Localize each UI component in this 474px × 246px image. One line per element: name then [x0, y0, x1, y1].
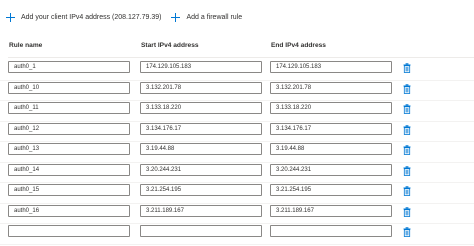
row-divider: [0, 243, 474, 245]
trash-icon: [403, 124, 411, 135]
end-ip-input[interactable]: [270, 225, 392, 237]
column-header-rule-name: Rule name: [9, 42, 43, 49]
rule-row: [0, 224, 474, 245]
add-firewall-rule-button[interactable]: Add a firewall rule: [171, 12, 243, 22]
column-header-end-ip: End IPv4 address: [271, 42, 326, 49]
rule-name-input[interactable]: auth0_14: [8, 163, 130, 176]
delete-rule-button[interactable]: [403, 124, 411, 135]
delete-rule-button[interactable]: [403, 83, 411, 94]
rule-row: auth0_16 3.211.189.167 3.211.189.167: [0, 204, 474, 224]
end-ip-input[interactable]: 3.133.18.220: [270, 102, 392, 114]
plus-icon: [171, 12, 181, 22]
delete-rule-button[interactable]: [403, 165, 411, 176]
firewall-rules-page: Add your client IPv4 address (208.127.79…: [0, 0, 474, 246]
start-ip-input[interactable]: 3.20.244.231: [140, 163, 262, 176]
start-ip-input[interactable]: [140, 225, 262, 237]
rule-name-input[interactable]: auth0_11: [8, 102, 130, 114]
start-ip-input[interactable]: 3.133.18.220: [140, 102, 262, 114]
end-ip-input[interactable]: 3.19.44.88: [270, 143, 392, 155]
trash-icon: [403, 104, 411, 114]
delete-rule-button[interactable]: [403, 206, 411, 217]
trash-icon: [403, 145, 411, 155]
end-ip-input[interactable]: 3.132.201.78: [270, 81, 392, 94]
trash-icon: [403, 63, 411, 73]
delete-rule-button[interactable]: [403, 63, 411, 73]
rule-row: auth0_15 3.21.254.195 3.21.254.195: [0, 183, 474, 204]
rules-grid: auth0_1 174.129.105.183 174.129.105.183 aut…: [0, 60, 474, 245]
rule-name-input[interactable]: auth0_12: [8, 122, 130, 135]
start-ip-input[interactable]: 3.134.176.17: [140, 122, 262, 135]
delete-rule-button[interactable]: [403, 227, 411, 237]
end-ip-input[interactable]: 174.129.105.183: [270, 61, 392, 73]
add-client-ip-label: Add your client IPv4 address (208.127.79…: [21, 13, 162, 21]
column-header-start-ip: Start IPv4 address: [141, 42, 199, 49]
delete-rule-button[interactable]: [403, 104, 411, 114]
add-client-ip-button[interactable]: Add your client IPv4 address (208.127.79…: [6, 12, 162, 22]
rule-name-input[interactable]: auth0_15: [8, 184, 130, 196]
rule-name-input[interactable]: auth0_10: [8, 81, 130, 94]
plus-icon: [6, 12, 15, 22]
delete-rule-button[interactable]: [403, 145, 411, 155]
rule-name-input[interactable]: [8, 225, 130, 237]
end-ip-input[interactable]: 3.21.254.195: [270, 184, 392, 196]
end-ip-input[interactable]: 3.211.189.167: [270, 204, 392, 217]
rule-row: auth0_10 3.132.201.78 3.132.201.78: [0, 81, 474, 101]
start-ip-input[interactable]: 3.132.201.78: [140, 81, 262, 94]
delete-rule-button[interactable]: [403, 186, 411, 196]
rule-name-input[interactable]: auth0_1: [8, 61, 130, 73]
trash-icon: [403, 83, 411, 94]
rule-row: auth0_11 3.133.18.220 3.133.18.220: [0, 101, 474, 122]
rule-row: auth0_1 174.129.105.183 174.129.105.183: [0, 60, 474, 81]
start-ip-input[interactable]: 3.21.254.195: [140, 184, 262, 196]
header-divider: [8, 57, 474, 58]
trash-icon: [403, 186, 411, 196]
end-ip-input[interactable]: 3.20.244.231: [270, 163, 392, 176]
start-ip-input[interactable]: 174.129.105.183: [140, 61, 262, 73]
trash-icon: [403, 227, 411, 237]
start-ip-input[interactable]: 3.211.189.167: [140, 204, 262, 217]
rule-row: auth0_12 3.134.176.17 3.134.176.17: [0, 122, 474, 142]
rule-row: auth0_13 3.19.44.88 3.19.44.88: [0, 142, 474, 163]
end-ip-input[interactable]: 3.134.176.17: [270, 122, 392, 135]
rule-name-input[interactable]: auth0_13: [8, 143, 130, 155]
trash-icon: [403, 165, 411, 176]
add-firewall-rule-label: Add a firewall rule: [186, 13, 243, 21]
rule-row: auth0_14 3.20.244.231 3.20.244.231: [0, 163, 474, 183]
toolbar: Add your client IPv4 address (208.127.79…: [6, 8, 252, 26]
rules-grid-header: Rule name Start IPv4 address End IPv4 ad…: [0, 42, 474, 56]
start-ip-input[interactable]: 3.19.44.88: [140, 143, 262, 155]
rule-name-input[interactable]: auth0_16: [8, 204, 130, 217]
trash-icon: [403, 206, 411, 217]
